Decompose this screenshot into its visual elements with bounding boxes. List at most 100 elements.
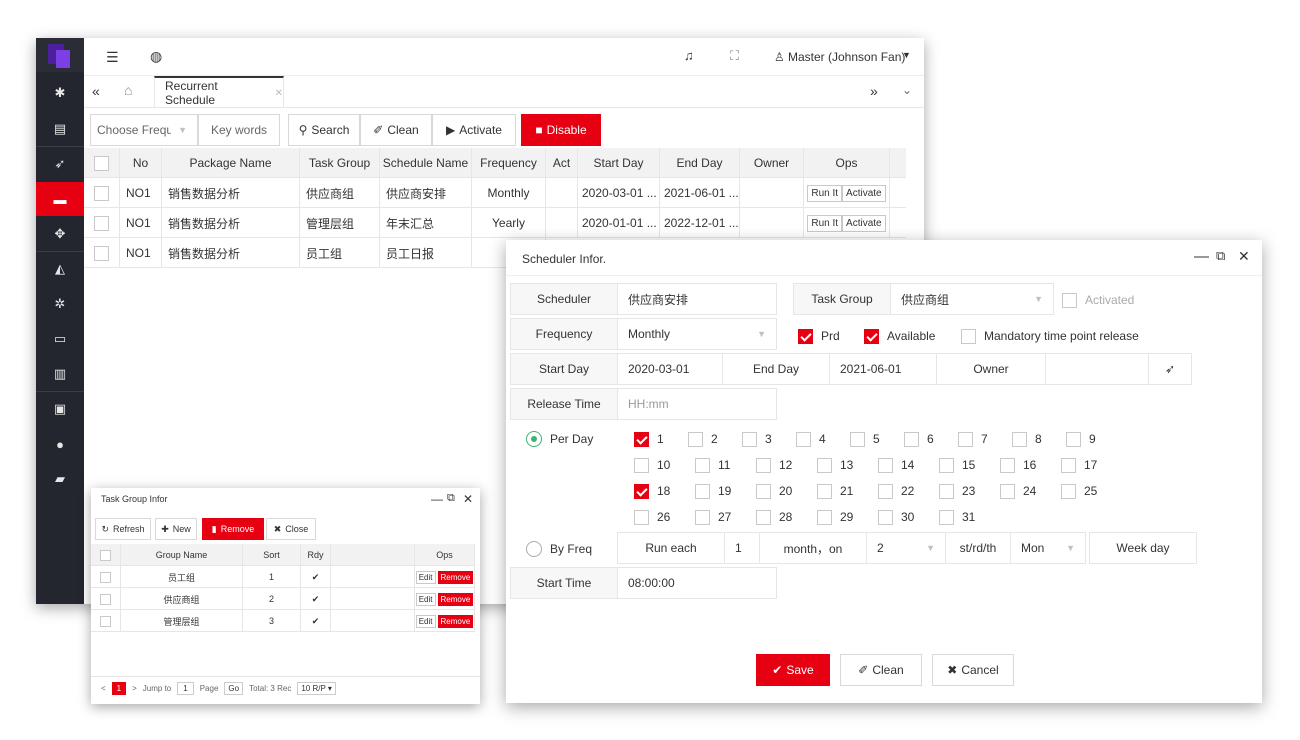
save-button[interactable]: ✔ Save — [756, 654, 830, 686]
close-icon[interactable]: ✕ — [1238, 248, 1250, 265]
bar-chart-icon[interactable]: ▥ — [36, 357, 84, 391]
prev-page-icon[interactable]: < — [101, 684, 106, 693]
dropbox-icon[interactable]: ✥ — [36, 217, 84, 251]
tab-recurrent-schedule[interactable]: Recurrent Schedule ✕ — [154, 76, 284, 108]
day-checkbox-9[interactable]: 9 — [1066, 431, 1096, 447]
day-checkbox-26[interactable]: 26 — [634, 509, 670, 525]
disable-button[interactable]: ■ Disable — [521, 114, 601, 146]
frequency-select[interactable]: Monthly ▼ — [617, 318, 777, 350]
maximize-icon[interactable]: ⧉ — [447, 492, 455, 505]
row-remove-button[interactable]: Remove — [437, 592, 474, 606]
keywords-input[interactable]: Key words — [198, 114, 280, 146]
monitor-icon[interactable]: ▭ — [36, 322, 84, 356]
start-day-input[interactable]: 2020-03-01 — [617, 353, 723, 385]
row-activate-button[interactable]: Activate — [842, 214, 886, 232]
row-checkbox[interactable] — [94, 185, 109, 201]
globe-icon[interactable]: ◍ — [150, 48, 162, 65]
day-checkbox-30[interactable]: 30 — [878, 509, 914, 525]
new-button[interactable]: ✚ New — [155, 518, 197, 540]
chevron-down-icon[interactable]: ▼ — [902, 50, 911, 60]
row-activate-button[interactable]: Activate — [842, 184, 886, 202]
per-day-radio[interactable]: Per Day — [526, 431, 593, 447]
row-checkbox[interactable] — [94, 215, 109, 231]
schedule-icon[interactable]: ▬ — [36, 182, 84, 216]
day-checkbox-25[interactable]: 25 — [1061, 483, 1097, 499]
day-checkbox-22[interactable]: 22 — [878, 483, 914, 499]
day-checkbox-2[interactable]: 2 — [688, 431, 718, 447]
binoculars-icon[interactable]: ◭ — [36, 252, 84, 286]
day-checkbox-12[interactable]: 12 — [756, 457, 792, 473]
end-day-input[interactable]: 2021-06-01 — [829, 353, 937, 385]
scroll-right-icon[interactable]: » — [870, 83, 878, 99]
scheduler-input[interactable]: 供应商安排 — [617, 283, 777, 315]
row-checkbox[interactable] — [94, 245, 109, 261]
day-checkbox-4[interactable]: 4 — [796, 431, 826, 447]
day-checkbox-13[interactable]: 13 — [817, 457, 853, 473]
day-checkbox-29[interactable]: 29 — [817, 509, 853, 525]
database-icon[interactable]: ▤ — [36, 112, 84, 146]
table-row[interactable]: NO1 销售数据分析 管理层组 年末汇总 Yearly 2020-01-01 .… — [84, 208, 906, 238]
menu-icon[interactable]: ☰ — [106, 49, 119, 66]
settings-icon[interactable]: ✲ — [36, 287, 84, 321]
close-icon[interactable]: ✕ — [463, 492, 473, 506]
search-button[interactable]: ⚲ Search — [288, 114, 360, 146]
activate-button[interactable]: ▶ Activate — [432, 114, 516, 146]
day-checkbox-8[interactable]: 8 — [1012, 431, 1042, 447]
day-checkbox-7[interactable]: 7 — [958, 431, 988, 447]
jump-input[interactable]: 1 — [177, 682, 194, 695]
table-row[interactable]: 管理层组 3 ✔ Edit Remove — [91, 610, 475, 632]
minimize-icon[interactable]: — — [431, 492, 443, 506]
gear-icon[interactable]: ✱ — [36, 76, 84, 110]
user-menu[interactable]: Master (Johnson Fan) — [788, 50, 905, 64]
frequency-select[interactable]: Choose Frequency ▼ — [90, 114, 198, 146]
bell-icon[interactable]: ♫ — [684, 48, 694, 63]
chat-icon[interactable]: ● — [36, 427, 84, 461]
home-icon[interactable]: ⌂ — [124, 82, 132, 98]
chevron-down-icon[interactable]: ⌄ — [902, 83, 912, 97]
day-checkbox-23[interactable]: 23 — [939, 483, 975, 499]
by-freq-radio[interactable]: By Freq — [526, 541, 592, 557]
day-checkbox-24[interactable]: 24 — [1000, 483, 1036, 499]
available-checkbox[interactable]: Available — [864, 328, 935, 344]
day-checkbox-16[interactable]: 16 — [1000, 457, 1036, 473]
run-it-button[interactable]: Run It — [807, 214, 843, 232]
task-group-select[interactable]: 供应商组 ▼ — [890, 283, 1054, 315]
minimize-icon[interactable]: — — [1194, 248, 1209, 265]
start-time-input[interactable]: 08:00:00 — [617, 567, 777, 599]
day-checkbox-28[interactable]: 28 — [756, 509, 792, 525]
clean-button[interactable]: ✐ Clean — [840, 654, 922, 686]
scroll-left-icon[interactable]: « — [92, 83, 100, 99]
select-all-checkbox[interactable] — [100, 549, 111, 561]
ordinal-select[interactable]: 2 ▼ — [866, 532, 946, 564]
day-checkbox-27[interactable]: 27 — [695, 509, 731, 525]
clean-button[interactable]: ✐ Clean — [360, 114, 432, 146]
day-checkbox-18[interactable]: 18 — [634, 483, 670, 499]
day-checkbox-14[interactable]: 14 — [878, 457, 914, 473]
remove-button[interactable]: ▮ Remove — [202, 518, 264, 540]
maximize-icon[interactable]: ⧉ — [1216, 248, 1225, 264]
day-checkbox-31[interactable]: 31 — [939, 509, 975, 525]
cancel-button[interactable]: ✖ Cancel — [932, 654, 1014, 686]
release-time-input[interactable]: HH:mm — [617, 388, 777, 420]
day-checkbox-3[interactable]: 3 — [742, 431, 772, 447]
edit-button[interactable]: Edit — [415, 614, 436, 628]
close-icon[interactable]: ✕ — [275, 88, 283, 99]
edit-button[interactable]: Edit — [415, 592, 436, 606]
row-checkbox[interactable] — [100, 593, 111, 605]
day-checkbox-6[interactable]: 6 — [904, 431, 934, 447]
run-it-button[interactable]: Run It — [807, 184, 843, 202]
day-checkbox-19[interactable]: 19 — [695, 483, 731, 499]
day-checkbox-11[interactable]: 11 — [695, 457, 730, 473]
day-checkbox-5[interactable]: 5 — [850, 431, 880, 447]
day-checkbox-17[interactable]: 17 — [1061, 457, 1097, 473]
row-remove-button[interactable]: Remove — [437, 614, 474, 628]
user-icon[interactable]: ♙ — [774, 50, 785, 64]
day-checkbox-10[interactable]: 10 — [634, 457, 670, 473]
row-remove-button[interactable]: Remove — [437, 570, 474, 584]
per-page-select[interactable]: 10 R/P ▾ — [297, 682, 336, 695]
id-card-icon[interactable]: ▣ — [36, 392, 84, 426]
day-checkbox-15[interactable]: 15 — [939, 457, 975, 473]
fullscreen-icon[interactable]: ⛶ — [730, 48, 739, 64]
next-page-icon[interactable]: > — [132, 684, 137, 693]
refresh-button[interactable]: ↻ Refresh — [95, 518, 151, 540]
